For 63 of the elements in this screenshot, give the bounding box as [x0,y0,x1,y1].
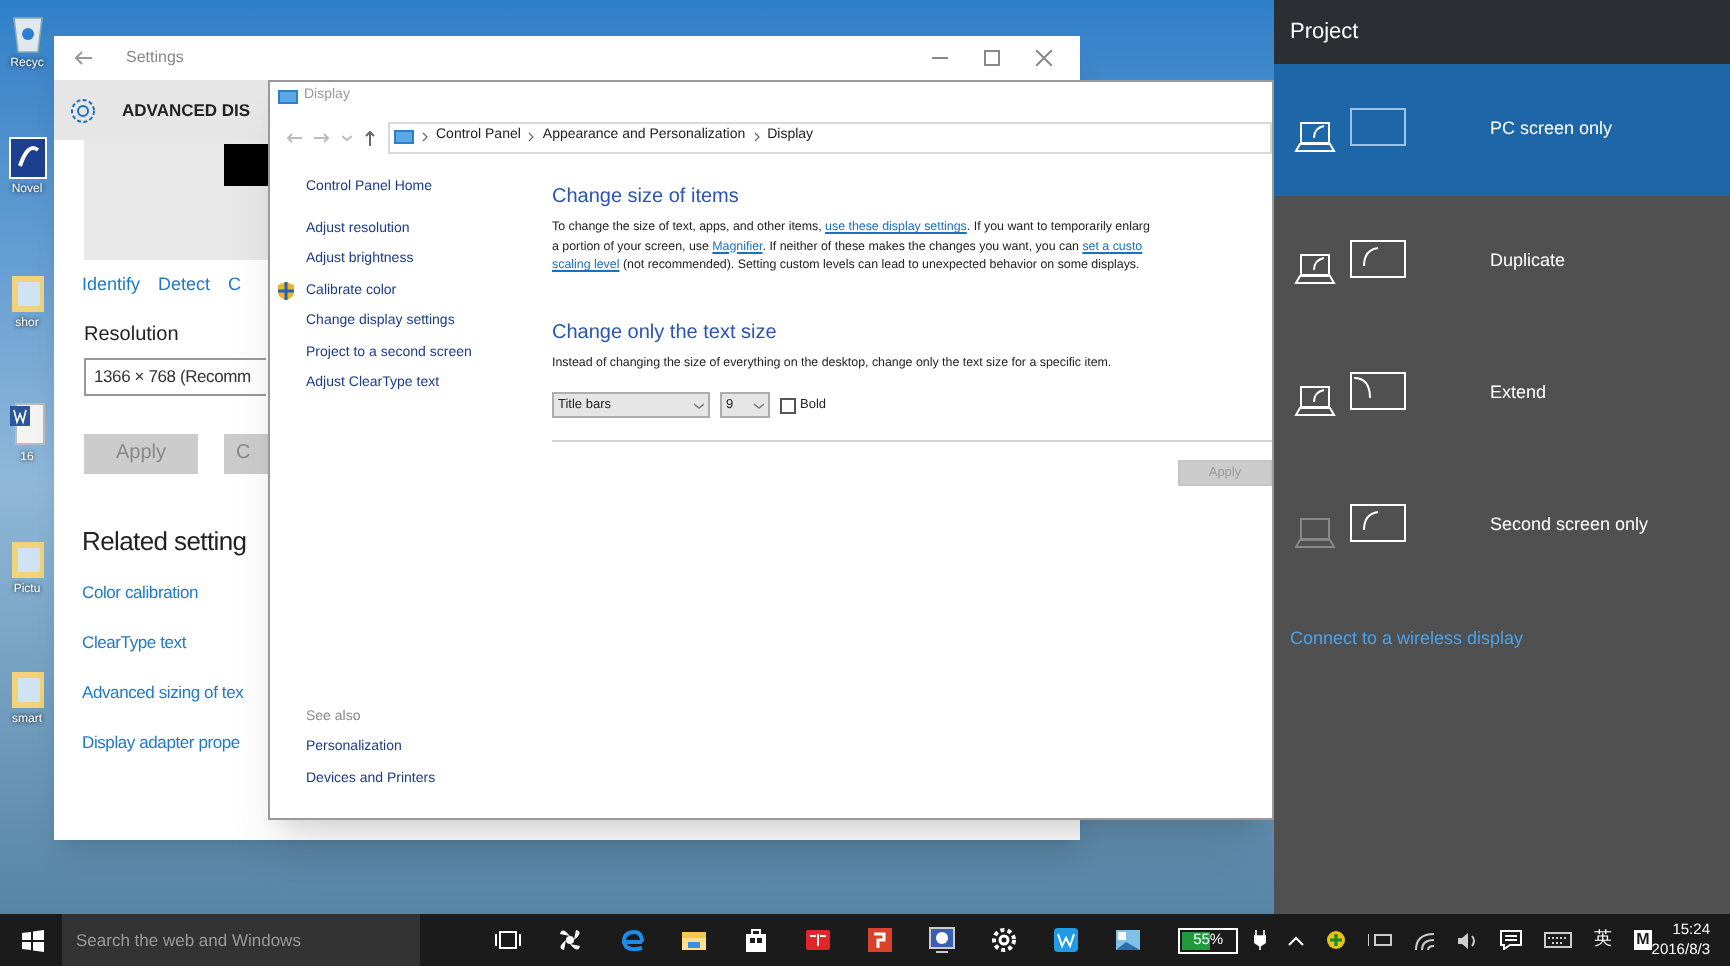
chevron-right-icon [422,132,428,142]
chevron-up-icon[interactable] [1288,935,1305,945]
related-settings-link[interactable]: ClearType text [82,626,187,658]
windows-start-icon[interactable] [22,929,44,951]
fan-icon[interactable] [556,926,585,954]
field-label: Resolution [84,321,179,349]
window-title: Settings [126,46,184,70]
presentation-app-icon[interactable] [866,926,895,954]
laptop-monitor-icon [1294,238,1410,286]
laptop-monitor-icon [1294,370,1410,418]
checkbox[interactable] [780,397,796,413]
close-icon[interactable] [1036,50,1052,66]
volume-icon[interactable] [1458,931,1479,949]
settings-link[interactable]: Identify [82,272,141,299]
app-shortcut-icon[interactable] [7,136,47,180]
settings-icon[interactable] [990,926,1019,954]
picture-app-icon[interactable] [1114,926,1143,954]
chevron-right-icon [753,132,760,142]
shopping-bag-icon[interactable] [742,926,771,954]
input-language-button[interactable]: 英 [1594,926,1613,954]
section-heading: Change size of items [552,184,741,212]
laptop-monitor-icon [1294,502,1410,550]
folder-icon[interactable] [680,926,709,954]
notification-icon[interactable] [1500,930,1523,950]
keyboard-icon[interactable] [1544,932,1573,948]
input-mode-button[interactable]: M [1634,930,1652,950]
page-heading: ADVANCED DIS [122,97,251,123]
shield-icon [278,282,294,301]
battery-icon[interactable] [1368,932,1393,948]
chevron-right-icon [528,132,535,142]
monitor-icon [394,129,414,145]
task-view-icon[interactable] [494,926,523,954]
laptop-monitor-icon [1294,106,1410,154]
maximize-icon[interactable] [984,50,1000,66]
monitor-thumbnail [224,144,268,186]
chevron-down-icon [754,401,764,409]
panel-title: Project [1290,17,1359,48]
related-settings-link[interactable]: Color calibration [82,576,199,608]
section-heading: Related setting [82,523,247,560]
monitor-app-icon[interactable] [928,926,957,954]
word-document-icon[interactable] [7,400,47,448]
book-icon[interactable] [804,926,833,954]
settings-link[interactable]: Detect [158,272,211,299]
back-arrow-icon[interactable] [74,50,94,66]
search-field[interactable]: Search the web and Windows [62,914,421,966]
wifi-icon[interactable] [1414,931,1437,949]
project-option[interactable]: Duplicate [1274,196,1730,328]
project-option[interactable]: Second screen only [1274,460,1730,592]
plug-icon[interactable] [1254,930,1267,950]
section-heading: Change only the text size [552,319,779,347]
w-app-icon[interactable] [1052,926,1081,954]
up-arrow-icon[interactable] [364,129,376,145]
project-option[interactable]: Extend [1274,328,1730,460]
settings-link[interactable]: C [228,272,242,299]
resolution-dropdown[interactable]: 1366 × 768 (Recomm [84,357,266,395]
edge-browser-icon[interactable] [618,926,647,954]
related-settings-link[interactable]: Advanced sizing of tex [82,676,244,708]
chevron-down-icon [694,401,704,409]
monitor-icon [278,89,298,105]
related-settings-link[interactable]: Display adapter prope [82,726,240,758]
plus-circle-icon[interactable] [1326,930,1347,950]
settings-icon [68,95,98,125]
project-option[interactable]: PC screen only [1274,64,1730,196]
